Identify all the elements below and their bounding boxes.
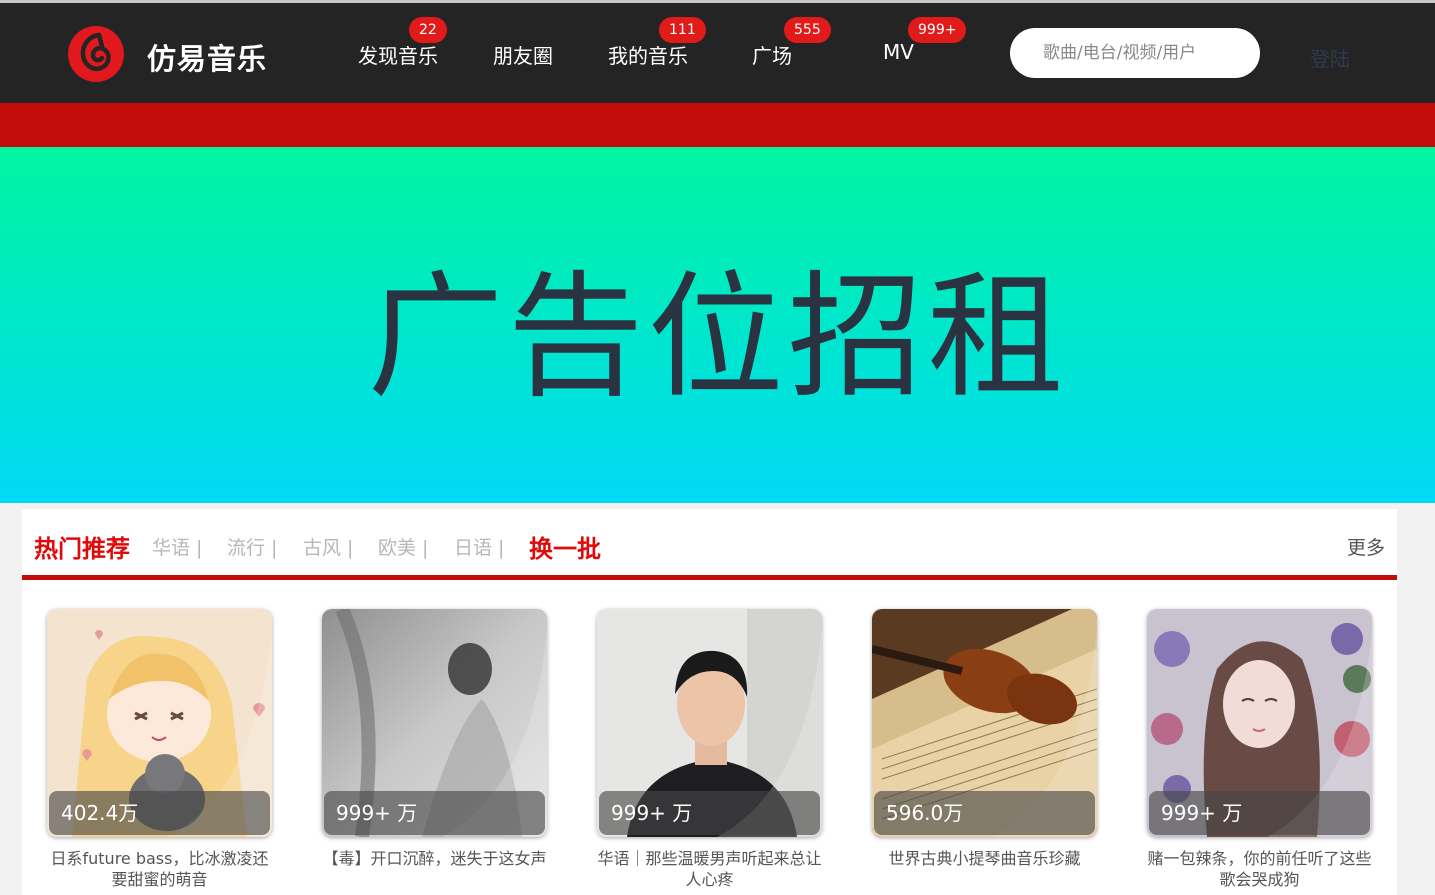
playlist-title[interactable]: 世界古典小提琴曲音乐珍藏 — [872, 848, 1097, 869]
nav-discover-music[interactable]: 发现音乐 — [358, 40, 438, 69]
play-count: 999+ 万 — [599, 791, 820, 835]
playlist-cover[interactable]: 999+ 万 — [597, 609, 822, 837]
playlist-title[interactable]: 日系future bass，比冰激凌还要甜蜜的萌音 — [47, 848, 272, 890]
playlist-card[interactable]: 596.0万 世界古典小提琴曲音乐珍藏 — [872, 609, 1097, 869]
play-count: 999+ 万 — [324, 791, 545, 835]
nav-square[interactable]: 广场 — [752, 40, 792, 69]
tag-western[interactable]: 欧美 | — [378, 533, 428, 560]
playlist-title[interactable]: 【毒】开口沉醉，迷失于这女声 — [322, 848, 547, 869]
tag-japanese[interactable]: 日语 | — [454, 533, 504, 560]
nav-badge: 111 — [659, 17, 706, 43]
banner-text: 广告位招租 — [367, 258, 1068, 417]
sub-nav-bar — [0, 103, 1435, 147]
playlist-card[interactable]: 999+ 万 赌一包辣条，你的前任听了这些歌会哭成狗 — [1147, 609, 1372, 890]
ad-banner[interactable]: 广告位招租 — [0, 147, 1435, 503]
section-header: 热门推荐 华语 | 流行 | 古风 | 欧美 | 日语 | 换一批 更多 — [22, 509, 1397, 580]
playlist-cover[interactable]: 999+ 万 — [1147, 609, 1372, 837]
play-count: 402.4万 — [49, 791, 270, 835]
login-link[interactable]: 登陆 — [1310, 43, 1350, 72]
tag-pop[interactable]: 流行 | — [227, 533, 277, 560]
nav-friends[interactable]: 朋友圈 — [493, 40, 553, 69]
playlist-title[interactable]: 华语｜那些温暖男声听起来总让人心疼 — [597, 848, 822, 890]
nav-badge: 555 — [784, 17, 831, 43]
hot-recommend-section: 热门推荐 华语 | 流行 | 古风 | 欧美 | 日语 | 换一批 更多 402… — [22, 509, 1397, 895]
refresh-button[interactable]: 换一批 — [529, 529, 601, 564]
play-count: 596.0万 — [874, 791, 1095, 835]
nav-badge: 22 — [409, 17, 447, 43]
playlist-cover[interactable]: 596.0万 — [872, 609, 1097, 837]
play-count: 999+ 万 — [1149, 791, 1370, 835]
playlist-card[interactable]: 402.4万 日系future bass，比冰激凌还要甜蜜的萌音 — [47, 609, 272, 890]
playlist-cover[interactable]: 402.4万 — [47, 609, 272, 837]
playlist-card[interactable]: 999+ 万 华语｜那些温暖男声听起来总让人心疼 — [597, 609, 822, 890]
playlist-card[interactable]: 999+ 万 【毒】开口沉醉，迷失于这女声 — [322, 609, 547, 869]
nav-mv[interactable]: MV — [883, 40, 914, 64]
more-link[interactable]: 更多 — [1347, 533, 1385, 560]
tag-chinese[interactable]: 华语 | — [152, 533, 202, 560]
playlist-title[interactable]: 赌一包辣条，你的前任听了这些歌会哭成狗 — [1147, 848, 1372, 890]
top-nav-bar: 仿易音乐 发现音乐 22 朋友圈 我的音乐 111 广场 555 MV 999+… — [0, 3, 1435, 103]
music-logo-icon[interactable] — [66, 22, 126, 84]
playlist-cover[interactable]: 999+ 万 — [322, 609, 547, 837]
search-input[interactable] — [1010, 28, 1260, 78]
nav-my-music[interactable]: 我的音乐 — [608, 40, 688, 69]
section-title: 热门推荐 — [34, 535, 130, 563]
nav-badge: 999+ — [908, 17, 967, 43]
site-name[interactable]: 仿易音乐 — [147, 36, 267, 78]
tag-ancient-style[interactable]: 古风 | — [303, 533, 353, 560]
